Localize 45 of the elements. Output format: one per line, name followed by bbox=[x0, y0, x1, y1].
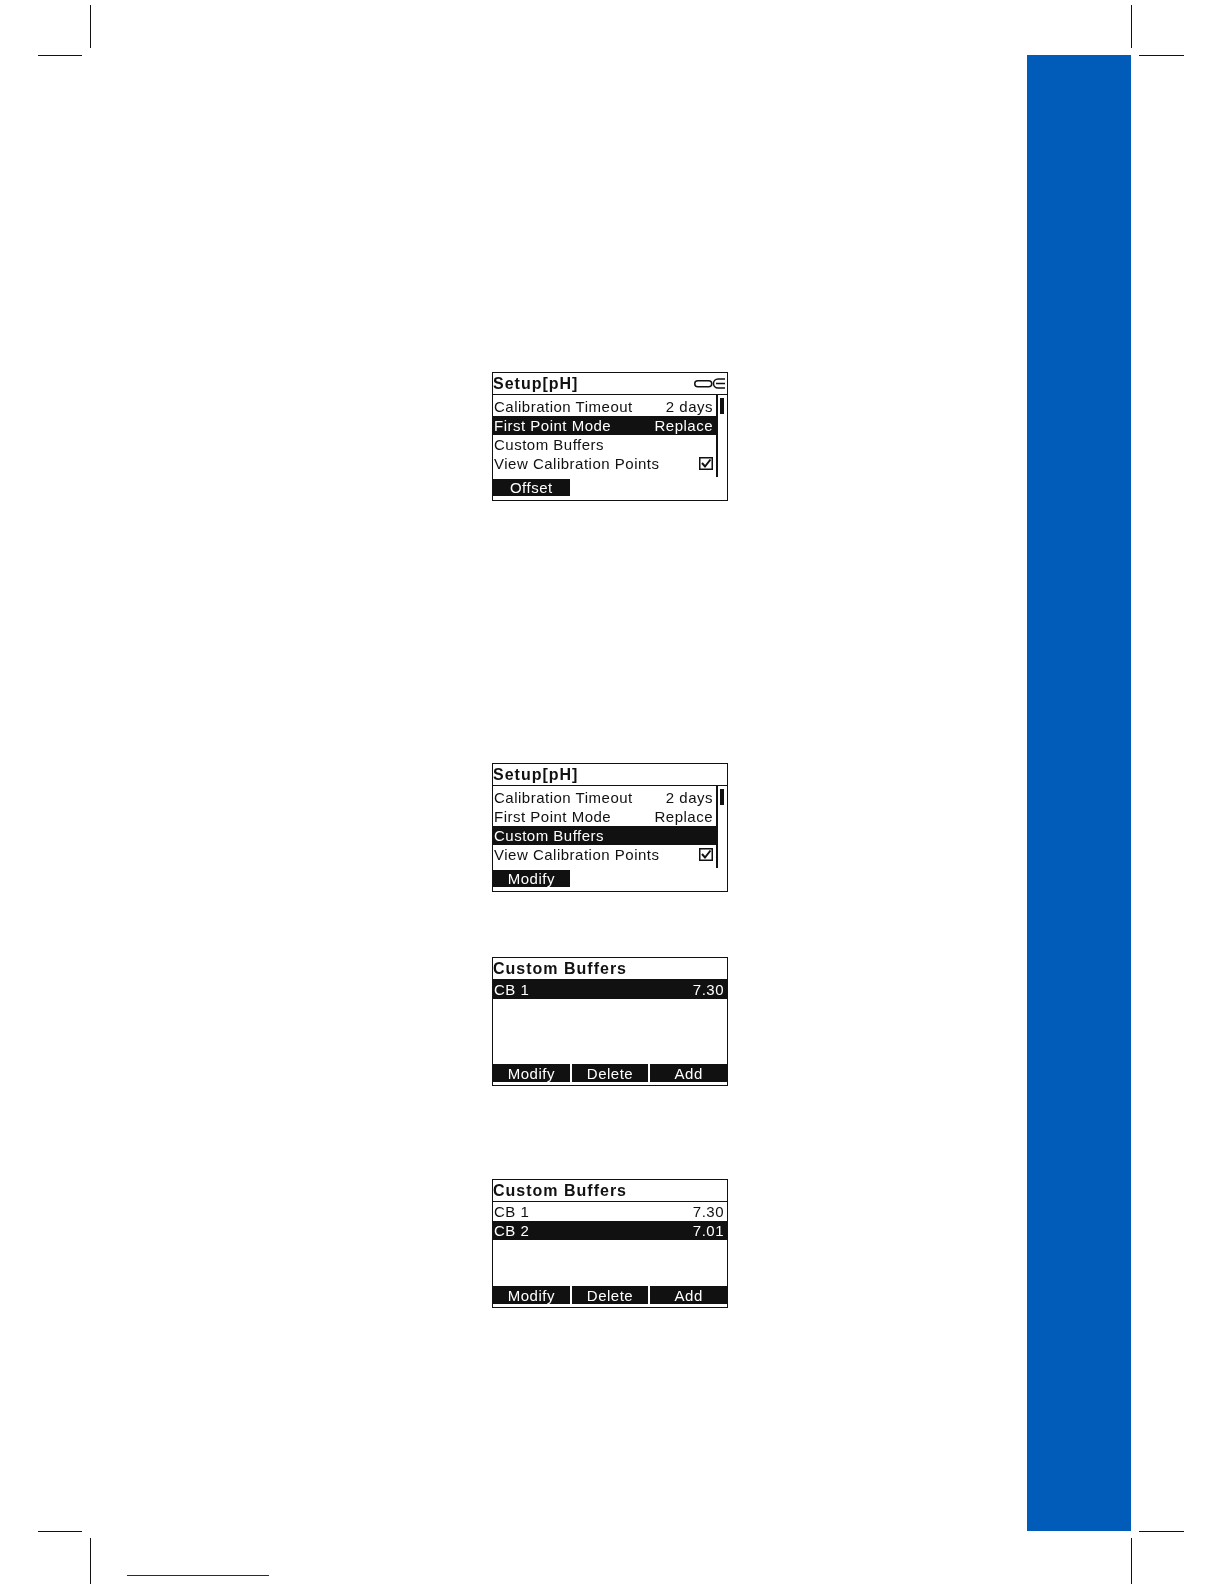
menu-row[interactable]: Custom Buffers bbox=[493, 435, 716, 454]
row-label: CB 2 bbox=[494, 1221, 530, 1240]
softkey[interactable]: Modify bbox=[493, 1064, 570, 1082]
row-value: Replace bbox=[654, 416, 713, 435]
scroll-thumb bbox=[720, 398, 724, 414]
row-label: CB 1 bbox=[494, 1202, 530, 1221]
softkey[interactable]: Delete bbox=[571, 1064, 649, 1082]
menu-row[interactable]: Calibration Timeout 2 days bbox=[493, 788, 716, 807]
menu-row[interactable]: First Point Mode Replace bbox=[493, 807, 716, 826]
row-label: Custom Buffers bbox=[494, 826, 605, 845]
row-label: CB 1 bbox=[494, 980, 530, 999]
checkbox[interactable] bbox=[699, 848, 713, 861]
menu-row[interactable]: First Point Mode Replace bbox=[493, 416, 716, 435]
softkey[interactable]: Offset bbox=[493, 479, 570, 496]
row-value: 2 days bbox=[665, 788, 713, 807]
row-label: First Point Mode bbox=[494, 807, 612, 826]
row-label: First Point Mode bbox=[494, 416, 612, 435]
menu-row[interactable]: CB 1 7.30 bbox=[493, 980, 727, 999]
row-label: Calibration Timeout bbox=[494, 788, 633, 807]
menu-row[interactable]: CB 2 7.01 bbox=[493, 1221, 727, 1240]
checkbox[interactable] bbox=[699, 457, 713, 470]
menu-row[interactable]: Custom Buffers bbox=[493, 826, 716, 845]
menu-row[interactable]: View Calibration Points bbox=[493, 845, 716, 864]
row-label: View Calibration Points bbox=[494, 845, 660, 864]
row-value: 2 days bbox=[665, 397, 713, 416]
screen-title: Setup[pH] bbox=[493, 765, 579, 785]
menu-row[interactable]: Calibration Timeout 2 days bbox=[493, 397, 716, 416]
softkey[interactable]: Modify bbox=[493, 1286, 570, 1304]
softkey[interactable]: Add bbox=[650, 1286, 727, 1304]
softkey[interactable]: Add bbox=[650, 1064, 727, 1082]
softkey[interactable]: Modify bbox=[493, 870, 570, 887]
menu-row[interactable]: View Calibration Points bbox=[493, 454, 716, 473]
row-value: 7.30 bbox=[692, 980, 724, 999]
row-label: Custom Buffers bbox=[494, 435, 605, 454]
screen-title: Setup[pH] bbox=[493, 374, 579, 394]
screen-title: Custom Buffers bbox=[493, 1181, 627, 1201]
row-value: Replace bbox=[654, 807, 713, 826]
row-value: 7.30 bbox=[692, 1202, 724, 1221]
row-label: Calibration Timeout bbox=[494, 397, 633, 416]
row-value: 7.01 bbox=[692, 1221, 724, 1240]
softkey[interactable]: Delete bbox=[571, 1286, 649, 1304]
menu-row[interactable]: CB 1 7.30 bbox=[493, 1202, 727, 1221]
row-label: View Calibration Points bbox=[494, 454, 660, 473]
scroll-thumb bbox=[720, 789, 724, 805]
screen-title: Custom Buffers bbox=[493, 959, 627, 979]
